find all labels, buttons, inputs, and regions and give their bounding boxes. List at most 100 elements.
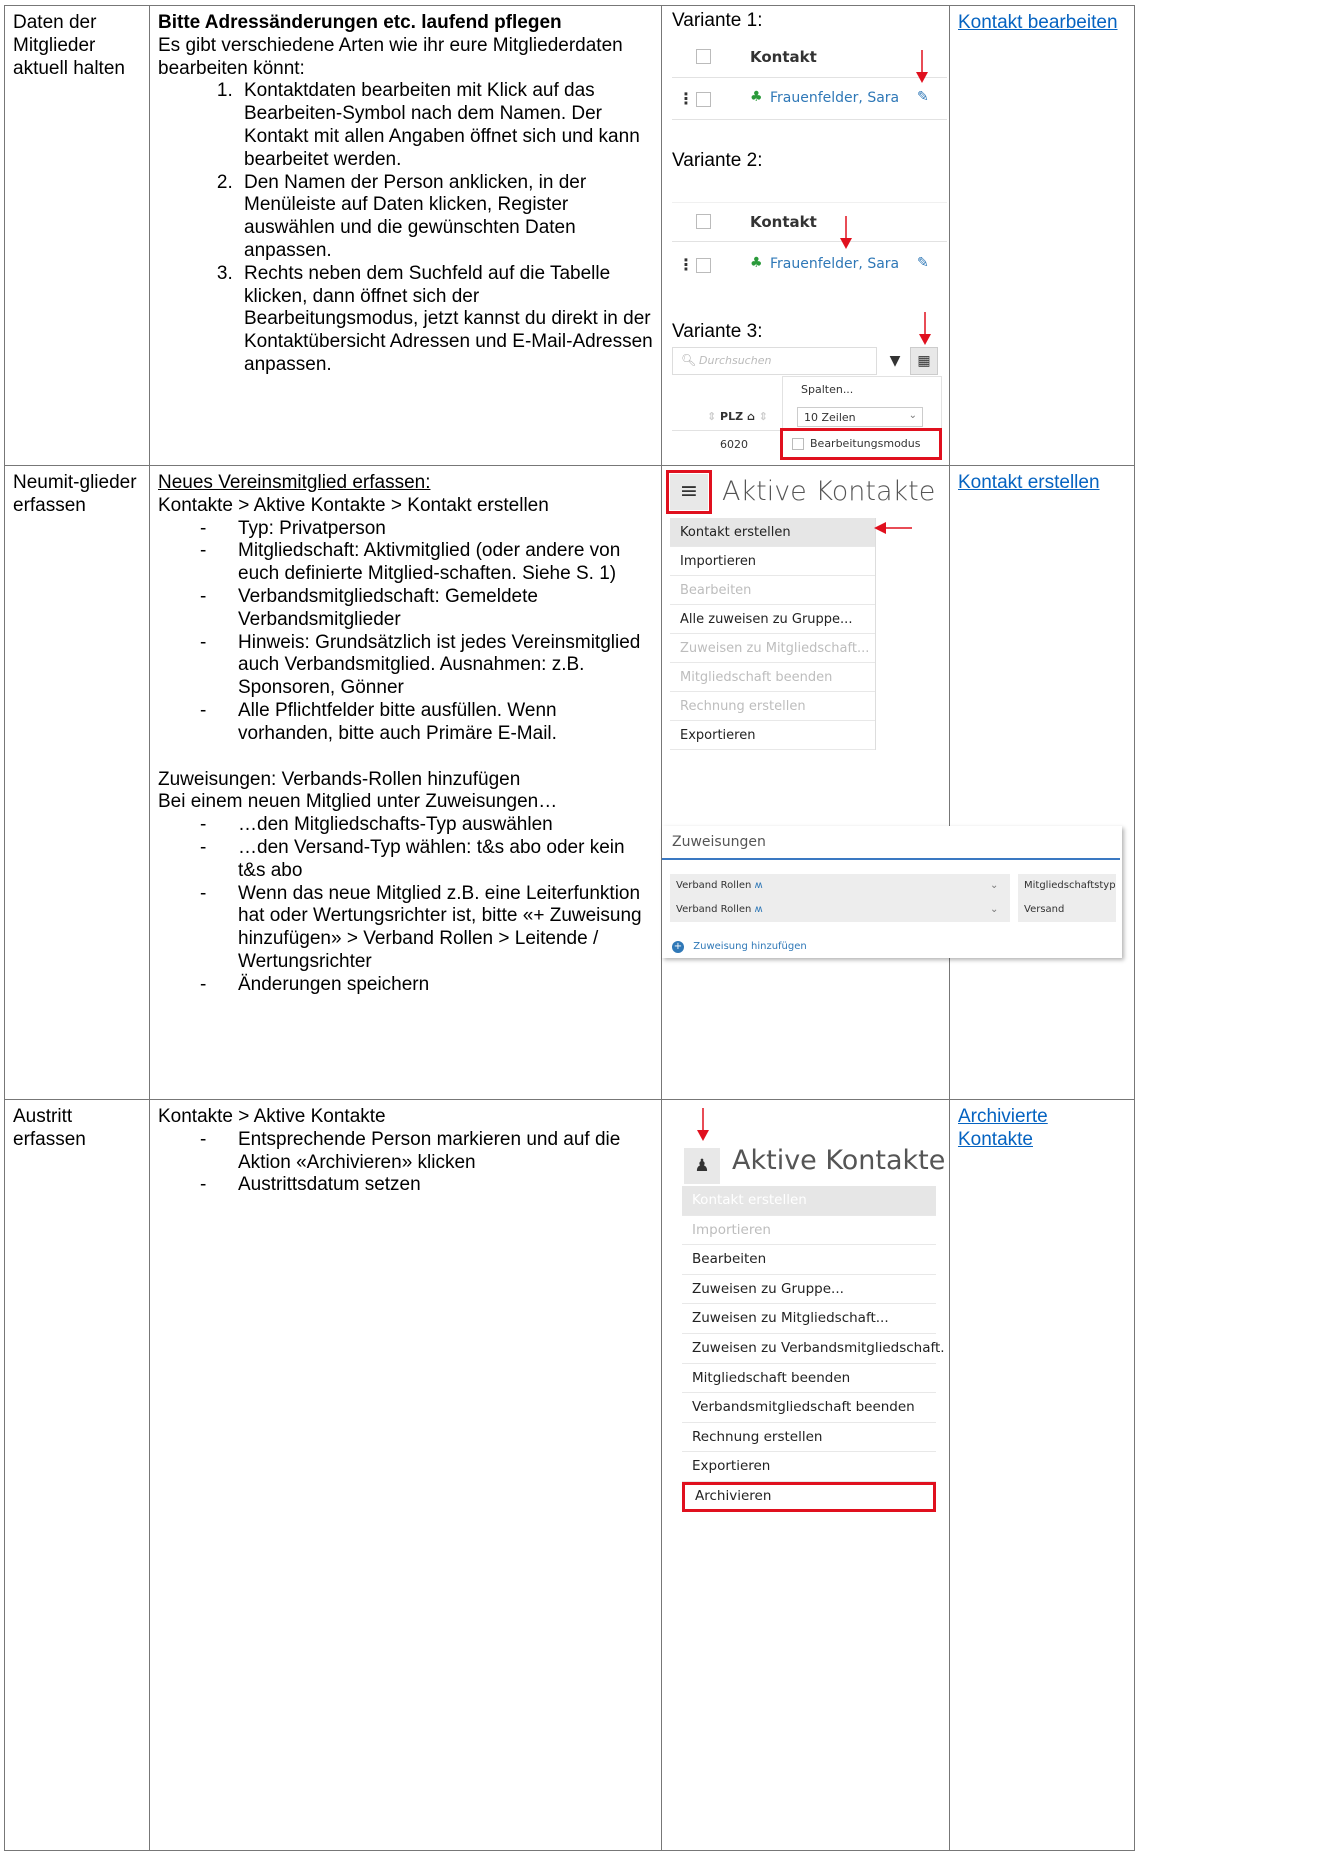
zuweisungen-panel-title: Zuweisungen xyxy=(672,834,766,850)
menu-item[interactable]: Mitgliedschaft beenden xyxy=(682,1364,936,1394)
row-update-data: Daten der Mitglieder aktuell halten Bitt… xyxy=(4,5,1135,466)
menu-item[interactable]: Zuweisen zu Mitgliedschaft... xyxy=(682,1304,936,1334)
menu-item[interactable]: Exportieren xyxy=(670,721,875,750)
row2-screens: ≡ Aktive Kontakte Kontakt erstellen Impor… xyxy=(661,465,1122,1100)
edit-mode-checkbox[interactable] xyxy=(792,438,804,450)
page-title: Aktive Kontakte xyxy=(722,476,936,507)
zw-row-right: Versand xyxy=(1024,904,1065,915)
edit-mode-label: Bearbeitungsmodus xyxy=(810,437,921,450)
federation-icon: ʍ xyxy=(754,880,763,891)
table-icon[interactable]: ▦ xyxy=(910,347,938,375)
rows-select[interactable]: 10 Zeilen ⌄ xyxy=(797,407,923,427)
menu-item: Zuweisen zu Mitgliedschaft... xyxy=(670,634,875,663)
menu-item: Rechnung erstellen xyxy=(670,692,875,721)
plz-column-header[interactable]: ⇕ PLZ ⌂ ⇕ xyxy=(707,410,768,423)
variant1-label: Variante 1: xyxy=(672,10,763,31)
menu-item: Bearbeiten xyxy=(670,576,875,605)
row2-item: Alle Pflichtfelder bitte ausfüllen. Wenn… xyxy=(200,700,653,746)
zw-row-left[interactable]: Verband Rollen ʍ xyxy=(676,904,763,916)
menu-item[interactable]: Rechnung erstellen xyxy=(682,1423,936,1453)
menu-item[interactable]: Zuweisen zu Gruppe... xyxy=(682,1275,936,1305)
divider xyxy=(662,858,1120,860)
drag-handle-icon[interactable]: ⋮ xyxy=(678,255,694,274)
menu-item[interactable]: Archivieren xyxy=(682,1481,936,1512)
search-input[interactable]: 🔍︎ Durchsuchen xyxy=(672,347,877,375)
menu-item[interactable]: Bearbeiten xyxy=(682,1245,936,1275)
filter-icon[interactable]: ▼ xyxy=(882,347,908,375)
menu-item: Mitgliedschaft beenden xyxy=(670,663,875,692)
edit-icon[interactable]: ✎ xyxy=(917,255,929,272)
row2-screenshot: ≡ Aktive Kontakte Kontakt erstellen Impor… xyxy=(662,466,1122,1098)
row1-text: Bitte Adressänderungen etc. laufend pfle… xyxy=(149,5,662,466)
row3-items: Entsprechende Person markieren und auf d… xyxy=(158,1129,653,1197)
v2-person-link[interactable]: Frauenfelder, Sara xyxy=(770,256,899,273)
v1-column-header[interactable]: Kontakt xyxy=(750,48,817,66)
chevron-down-icon: ⌄ xyxy=(990,904,999,915)
row1-steps: Kontaktdaten bearbeiten mit Klick auf da… xyxy=(158,80,653,376)
v1-select-all-checkbox[interactable] xyxy=(696,49,711,64)
plus-circle-icon: + xyxy=(672,941,684,953)
row1-screenshot: Variante 1: Kontakt ⋮ ♣ Frauenfelder, Sa… xyxy=(672,10,947,460)
row3-screens: ♟ Aktive Kontakte Kontakt erstellen Impor… xyxy=(661,1099,950,1851)
zuweisungen-items: …den Mitgliedschafts-Typ auswählen …den … xyxy=(158,814,653,996)
variant2-label: Variante 2: xyxy=(672,150,763,171)
row3-path: Kontakte > Aktive Kontakte xyxy=(158,1106,386,1127)
person-icon: ♣ xyxy=(750,89,763,105)
zw-add-label: Zuweisung hinzufügen xyxy=(693,941,807,952)
v1-header: Kontakt xyxy=(672,38,947,78)
v2-row-checkbox[interactable] xyxy=(696,258,711,273)
zw-row-left[interactable]: Verband Rollen ʍ xyxy=(676,880,763,892)
menu-item: Kontakt erstellen xyxy=(682,1186,936,1216)
link-archivierte-kontakte[interactable]: Archivierte Kontakte xyxy=(958,1106,1048,1150)
zuweisungen-panel: Zuweisungen Verband Rollen ʍ ⌄ Mitglieds… xyxy=(662,826,1122,958)
zw-row-right: Mitgliedschaftstyp xyxy=(1024,880,1116,891)
v2-column-header[interactable]: Kontakt xyxy=(750,213,817,231)
row2-item: Mitgliedschaft: Aktivmitglied (oder ande… xyxy=(200,540,653,586)
instructions-table: Daten der Mitglieder aktuell halten Bitt… xyxy=(4,5,1135,1851)
row3-text: Kontakte > Aktive Kontakte Entsprechende… xyxy=(149,1099,662,1851)
zw-add-button[interactable]: + Zuweisung hinzufügen xyxy=(672,933,807,956)
link-kontakt-erstellen[interactable]: Kontakt erstellen xyxy=(958,472,1100,493)
menu-item[interactable]: Kontakt erstellen xyxy=(670,518,875,547)
v2-header: Kontakt xyxy=(672,202,947,242)
search-placeholder: Durchsuchen xyxy=(699,354,772,367)
row2-text: Neues Vereinsmitglied erfassen: Kontakte… xyxy=(149,465,662,1100)
link-kontakt-bearbeiten[interactable]: Kontakt bearbeiten xyxy=(958,12,1118,33)
chevron-down-icon: ⌄ xyxy=(908,410,917,421)
columns-option[interactable]: Spalten... xyxy=(801,383,853,396)
v2-select-all-checkbox[interactable] xyxy=(696,214,711,229)
row3-screenshot: ♟ Aktive Kontakte Kontakt erstellen Impor… xyxy=(662,1100,949,1849)
drag-handle-icon[interactable]: ⋮ xyxy=(678,89,694,108)
menu-item[interactable]: Exportieren xyxy=(682,1452,936,1482)
plz-label: PLZ xyxy=(720,410,744,423)
arrow-down-icon xyxy=(840,216,852,249)
zuweisungen-item: …den Mitgliedschafts-Typ auswählen xyxy=(200,814,653,837)
menu-item[interactable]: Importieren xyxy=(670,547,875,576)
user-icon[interactable]: ♟ xyxy=(684,1148,720,1184)
page-title: Aktive Kontakte xyxy=(732,1145,946,1176)
edit-icon[interactable]: ✎ xyxy=(917,89,929,106)
v1-person-link[interactable]: Frauenfelder, Sara xyxy=(770,90,899,107)
row2-heading: Neues Vereinsmitglied erfassen: xyxy=(158,472,431,493)
menu-item[interactable]: Verbandsmitgliedschaft beenden xyxy=(682,1393,936,1423)
v2-row: ⋮ ♣ Frauenfelder, Sara ✎ xyxy=(672,246,947,286)
arrow-down-icon xyxy=(919,312,931,345)
row2-item: Typ: Privatperson xyxy=(200,518,653,541)
menu-button-highlight xyxy=(666,470,712,514)
v1-row-checkbox[interactable] xyxy=(696,92,711,107)
row1-link-cell: Kontakt bearbeiten xyxy=(949,5,1135,466)
row3-item: Entsprechende Person markieren und auf d… xyxy=(200,1129,653,1175)
zuweisungen-intro: Bei einem neuen Mitglied unter Zuweisung… xyxy=(158,791,558,813)
row2-item: Verbandsmitgliedschaft: Gemeldete Verban… xyxy=(200,586,653,632)
chevron-down-icon: ⌄ xyxy=(990,880,999,891)
row3-link-cell: Archivierte Kontakte xyxy=(949,1099,1135,1851)
arrow-left-icon xyxy=(874,522,912,534)
row1-screens: Variante 1: Kontakt ⋮ ♣ Frauenfelder, Sa… xyxy=(661,5,950,466)
actions-menu: Kontakt erstellen Importieren Bearbeiten Zu… xyxy=(682,1186,945,1512)
search-icon: 🔍︎ xyxy=(681,353,697,367)
actions-menu: Kontakt erstellen Importieren Bearbeiten Al… xyxy=(670,518,876,750)
menu-item[interactable]: Zuweisen zu Verbandsmitgliedschaft. xyxy=(682,1334,945,1364)
row3-label: Austritt erfassen xyxy=(4,1099,150,1851)
menu-item[interactable]: Alle zuweisen zu Gruppe... xyxy=(670,605,875,634)
